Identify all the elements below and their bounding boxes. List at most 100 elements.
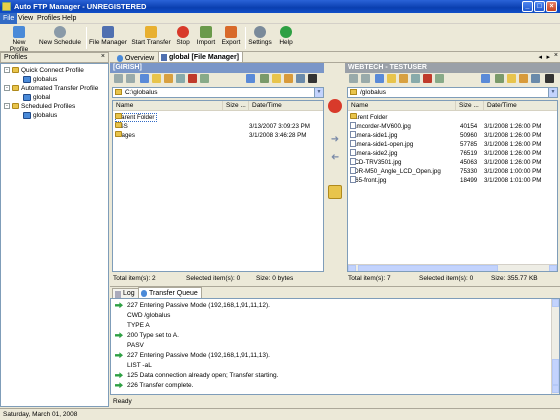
file-row[interactable]: camera-side2.jpg 76519 3/1/2008 1:26:00 PM <box>350 149 557 158</box>
edit-icon[interactable] <box>284 74 293 83</box>
new-folder-icon[interactable] <box>387 74 396 83</box>
menu-profiles[interactable]: Profiles <box>37 15 60 22</box>
tab-scroll-left-icon[interactable]: ◂ <box>538 53 542 61</box>
up-folder-icon[interactable] <box>140 74 149 83</box>
new-folder-icon[interactable] <box>152 74 161 83</box>
profiles-header: Profiles × <box>0 52 109 63</box>
file-row[interactable]: VDR-M50_Angle_LCD_Open.jpg 75330 3/1/2008 … <box>350 167 557 176</box>
copy-icon[interactable] <box>176 74 185 83</box>
column-size[interactable]: Size ... <box>223 101 249 111</box>
file-row[interactable]: Parent Folder <box>115 113 323 122</box>
file-row[interactable]: CSS3/13/2007 3:09:23 PM <box>115 122 323 131</box>
forward-icon[interactable] <box>361 74 370 83</box>
more-options-icon[interactable] <box>308 74 317 83</box>
stop-button[interactable]: Stop <box>174 26 192 46</box>
file-name: VDR-M50_Angle_LCD_Open.jpg <box>350 168 441 175</box>
new-profile-button[interactable]: New Profile <box>3 26 35 53</box>
column-name[interactable]: Name <box>348 101 456 111</box>
tree-item-scheduled-globalus[interactable]: globalus <box>23 112 57 119</box>
view-icon[interactable] <box>296 74 305 83</box>
file-row[interactable]: camera-side1-open.jpg 57785 3/1/2008 1:26:… <box>350 140 557 149</box>
close-button[interactable]: × <box>546 1 557 12</box>
edit-icon[interactable] <box>519 74 528 83</box>
file-manager-button[interactable]: File Manager <box>89 26 127 46</box>
scroll-down-button[interactable] <box>552 385 559 393</box>
upload-arrow-icon[interactable]: ➜ <box>328 133 342 147</box>
settings-button[interactable]: Settings <box>248 26 272 46</box>
collapse-icon[interactable]: - <box>4 103 10 110</box>
vertical-scrollbar[interactable] <box>551 299 559 394</box>
sync-icon[interactable] <box>260 74 269 83</box>
file-row[interactable]: camcorder-MV600.jpg 40154 3/1/2008 1:26:00… <box>350 122 557 131</box>
sync-icon[interactable] <box>495 74 504 83</box>
column-name[interactable]: Name <box>113 101 223 111</box>
tree-group-automated[interactable]: - Automated Transfer Profile <box>4 85 98 92</box>
file-row[interactable]: Parent Folder <box>350 113 557 122</box>
local-path-combo[interactable]: C:\globalus ▼ <box>112 87 324 98</box>
file-row[interactable]: zr65-front.jpg 18499 3/1/2008 1:01:00 PM <box>350 176 557 185</box>
collapse-icon[interactable]: - <box>4 67 10 74</box>
import-button[interactable]: Import <box>195 26 217 46</box>
tree-item-label: globalus <box>33 76 58 84</box>
rename-icon[interactable] <box>399 74 408 83</box>
queue-icon <box>141 290 147 297</box>
download-arrow-icon[interactable]: ➜ <box>328 151 342 165</box>
forward-icon[interactable] <box>126 74 135 83</box>
scroll-thumb[interactable] <box>552 359 559 385</box>
copy-icon[interactable] <box>411 74 420 83</box>
scroll-thumb[interactable] <box>358 265 498 271</box>
file-row[interactable]: images 3/1/2008 3:46:28 PM <box>115 131 323 140</box>
help-button[interactable]: Help <box>277 26 295 46</box>
back-icon[interactable] <box>349 74 358 83</box>
start-transfer-button[interactable]: Start Transfer <box>130 26 172 46</box>
cancel-transfer-icon[interactable] <box>328 99 342 113</box>
properties-icon[interactable] <box>200 74 209 83</box>
menu-help[interactable]: Help <box>62 15 76 22</box>
collapse-icon[interactable]: - <box>4 85 10 92</box>
up-folder-icon[interactable] <box>375 74 384 83</box>
column-size[interactable]: Size ... <box>456 101 484 111</box>
folder-compare-icon[interactable] <box>328 185 342 199</box>
back-icon[interactable] <box>114 74 123 83</box>
menu-file[interactable]: File <box>0 13 18 24</box>
open-folder-icon[interactable] <box>272 74 281 83</box>
scroll-left-button[interactable] <box>348 265 356 271</box>
delete-icon[interactable] <box>188 74 197 83</box>
log-panel: 227 Entering Passive Mode (192,168,1,91,… <box>110 298 560 395</box>
scroll-up-button[interactable] <box>552 299 559 307</box>
tree-item-globalus[interactable]: globalus <box>23 76 57 83</box>
horizontal-scrollbar[interactable] <box>348 264 557 271</box>
more-options-icon[interactable] <box>545 74 554 83</box>
tree-item-global[interactable]: global <box>23 94 50 101</box>
refresh-icon[interactable] <box>481 74 490 83</box>
profiles-close-button[interactable]: × <box>101 53 105 60</box>
tree-group-quick-connect[interactable]: - Quick Connect Profile <box>4 67 84 74</box>
file-row[interactable]: camera-side1.jpg 50960 3/1/2008 1:26:00 PM <box>350 131 557 140</box>
export-button[interactable]: Export <box>220 26 242 46</box>
column-date[interactable]: Date/Time <box>249 101 323 111</box>
view-icon[interactable] <box>531 74 540 83</box>
remote-path-combo[interactable]: /globalus ▼ <box>347 87 558 98</box>
tab-file-manager[interactable]: global [File Manager] <box>158 51 244 63</box>
chevron-down-icon[interactable]: ▼ <box>314 88 323 97</box>
maximize-button[interactable]: □ <box>534 1 545 12</box>
log-text: 125 Data connection already open; Transf… <box>127 372 279 379</box>
file-icon <box>350 158 356 165</box>
minimize-button[interactable]: _ <box>522 1 533 12</box>
new-schedule-button[interactable]: New Schedule <box>39 26 81 46</box>
menu-view[interactable]: View <box>18 15 33 22</box>
properties-icon[interactable] <box>435 74 444 83</box>
file-size: 40154 <box>460 123 478 130</box>
file-row[interactable]: CCD-TRV3501.jpg 45063 3/1/2008 1:26:00 PM <box>350 158 557 167</box>
open-folder-icon[interactable] <box>507 74 516 83</box>
tree-group-scheduled[interactable]: - Scheduled Profiles <box>4 103 75 110</box>
delete-icon[interactable] <box>423 74 432 83</box>
rename-icon[interactable] <box>164 74 173 83</box>
toolbar-separator <box>86 27 87 49</box>
scroll-right-button[interactable] <box>549 265 557 271</box>
refresh-icon[interactable] <box>246 74 255 83</box>
column-date[interactable]: Date/Time <box>484 101 557 111</box>
chevron-down-icon[interactable]: ▼ <box>548 88 557 97</box>
tab-close-icon[interactable]: × <box>554 52 558 59</box>
tab-scroll-right-icon[interactable]: ▸ <box>546 53 550 61</box>
